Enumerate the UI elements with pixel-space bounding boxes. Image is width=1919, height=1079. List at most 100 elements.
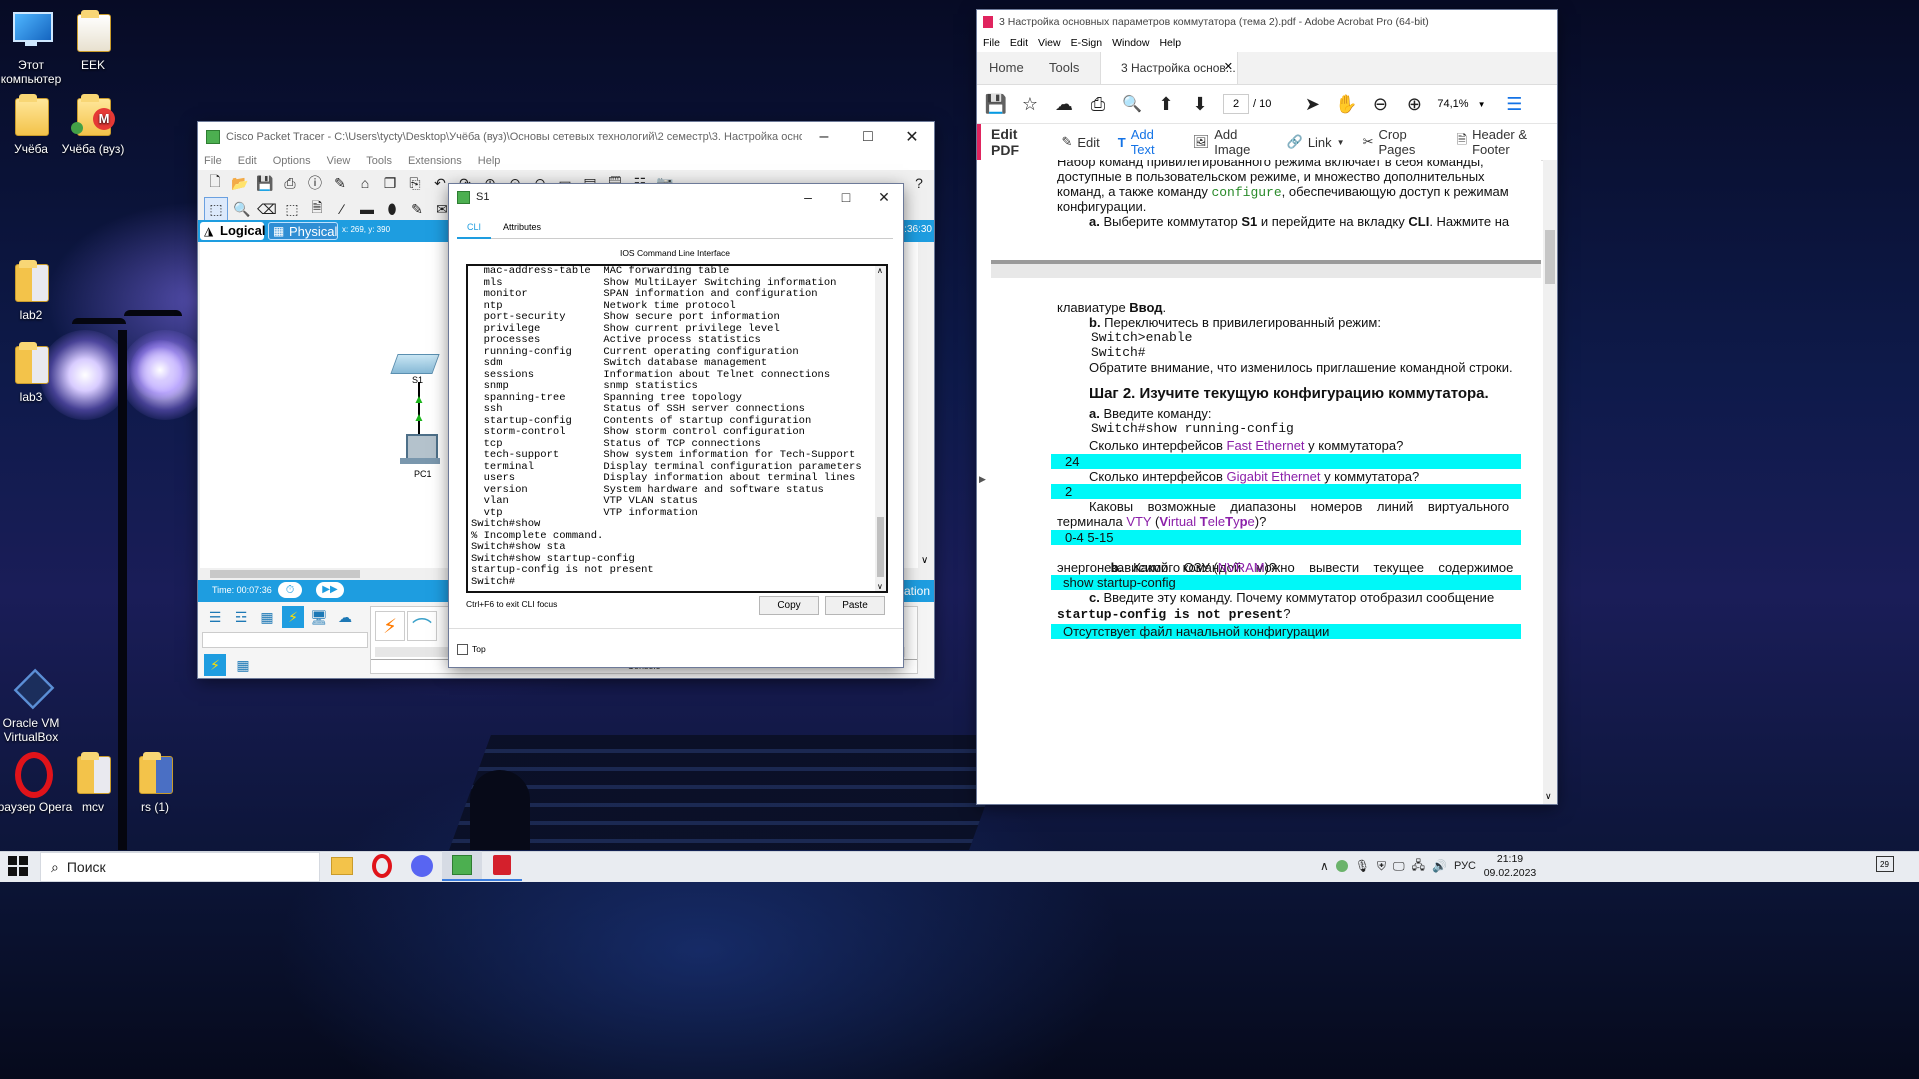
taskbar-opera[interactable] bbox=[362, 851, 402, 881]
menu-help[interactable]: Help bbox=[478, 155, 501, 167]
connections-category-icon[interactable]: ⚡ bbox=[282, 606, 304, 628]
switches-category-icon[interactable]: ☲ bbox=[230, 606, 252, 628]
select-tool-icon[interactable]: ⬚ bbox=[204, 197, 228, 221]
acrobat-vscrollbar[interactable]: ∨ bbox=[1543, 160, 1557, 804]
physical-tab[interactable]: ▦ Physical bbox=[268, 222, 338, 240]
fast-forward-icon[interactable]: ▶▶ bbox=[316, 582, 344, 598]
console-cable-icon[interactable]: ⌒ bbox=[407, 611, 437, 641]
menu-help[interactable]: Help bbox=[1159, 37, 1181, 49]
scroll-down-icon[interactable]: ∨ bbox=[1545, 791, 1552, 802]
open-folder-icon[interactable]: 📂 bbox=[229, 172, 251, 194]
paste-button[interactable]: Paste bbox=[825, 596, 885, 615]
draw-rectangle-icon[interactable]: ▬ bbox=[356, 198, 378, 220]
desktop-icon-lab3[interactable]: lab3 bbox=[0, 340, 74, 404]
upload-cloud-icon[interactable]: ☁ bbox=[1053, 93, 1075, 115]
maximize-button[interactable]: □ bbox=[846, 128, 890, 146]
zoom-in-icon[interactable]: ⊕ bbox=[1403, 93, 1425, 115]
bookmark-star-icon[interactable]: ☆ bbox=[1019, 93, 1041, 115]
display-icon[interactable]: 🖵 bbox=[1393, 859, 1405, 874]
page-number-input[interactable]: 2 bbox=[1223, 94, 1249, 114]
help-question-icon[interactable]: ? bbox=[908, 172, 930, 194]
menu-edit[interactable]: Edit bbox=[1010, 37, 1028, 49]
scroll-down-icon[interactable]: ∨ bbox=[921, 555, 928, 566]
hubs-category-icon[interactable]: ▦ bbox=[256, 606, 278, 628]
menu-view[interactable]: View bbox=[1038, 37, 1061, 49]
hand-tool-icon[interactable]: ✋ bbox=[1335, 93, 1357, 115]
switch-s1-device[interactable] bbox=[390, 354, 440, 374]
tools-tab[interactable]: Tools bbox=[1049, 60, 1079, 75]
show-hidden-icons-chevron-icon[interactable]: ∧ bbox=[1320, 859, 1329, 873]
header-footer-tool[interactable]: 🗎 Header & Footer bbox=[1457, 127, 1557, 157]
menu-tools[interactable]: Tools bbox=[366, 155, 392, 167]
clock[interactable]: 21:19 09.02.2023 bbox=[1460, 852, 1560, 880]
logical-tab[interactable]: ◮ Logical bbox=[200, 222, 266, 240]
menu-view[interactable]: View bbox=[327, 155, 351, 167]
print-icon[interactable]: ⎙ bbox=[1087, 93, 1109, 115]
simulation-tab-label[interactable]: ation bbox=[904, 584, 930, 598]
desktop-icon-virtualbox[interactable]: Oracle VM VirtualBox bbox=[0, 666, 74, 744]
print-icon[interactable]: ⎙ bbox=[279, 172, 301, 194]
taskbar-file-explorer[interactable] bbox=[322, 851, 362, 881]
document-tab[interactable]: 3 Настройка основ... ✕ bbox=[1100, 52, 1238, 84]
draw-freeform-icon[interactable]: ✎ bbox=[406, 198, 428, 220]
acrobat-scroll-thumb[interactable] bbox=[1545, 230, 1555, 284]
tab-cli[interactable]: CLI bbox=[457, 218, 491, 239]
menu-window[interactable]: Window bbox=[1112, 37, 1149, 49]
palette-search-field[interactable] bbox=[202, 632, 368, 648]
copy-icon[interactable]: ❐ bbox=[379, 172, 401, 194]
undo-icon[interactable]: ↶ bbox=[429, 172, 451, 194]
cli-scroll-thumb[interactable] bbox=[877, 517, 884, 577]
minimize-button[interactable]: – bbox=[802, 128, 846, 146]
zoom-out-icon[interactable]: ⊖ bbox=[1369, 93, 1391, 115]
taskbar-discord[interactable] bbox=[402, 851, 442, 881]
answer-5-highlight[interactable]: Отсутствует файл начальной конфигурации bbox=[1051, 624, 1521, 639]
edit-tool[interactable]: ✎ Edit bbox=[1061, 134, 1099, 150]
menu-extensions[interactable]: Extensions bbox=[408, 155, 462, 167]
add-text-tool[interactable]: T Add Text bbox=[1118, 127, 1175, 157]
draw-ellipse-icon[interactable]: ⬮ bbox=[381, 198, 403, 220]
scroll-down-icon[interactable]: ∨ bbox=[877, 582, 883, 591]
lightning-connection-icon[interactable]: ⚡ bbox=[204, 654, 226, 676]
auto-connection-icon[interactable]: ⚡ bbox=[375, 611, 405, 641]
routers-category-icon[interactable]: ☰ bbox=[204, 606, 226, 628]
add-image-tool[interactable]: 🖼 Add Image bbox=[1193, 127, 1269, 157]
volume-icon[interactable]: 🔊 bbox=[1432, 859, 1447, 873]
taskbar-acrobat[interactable] bbox=[482, 851, 522, 881]
menu-file[interactable]: File bbox=[983, 37, 1000, 49]
save-icon[interactable]: 💾 bbox=[254, 172, 276, 194]
answer-3-highlight[interactable]: 0-4 5-15 bbox=[1051, 530, 1521, 545]
link-tool[interactable]: 🔗 Link ▼ bbox=[1287, 134, 1345, 150]
delete-icon[interactable]: ⌫ bbox=[256, 198, 278, 220]
end-devices-category-icon[interactable]: 🖥 bbox=[308, 606, 330, 628]
left-panel-toggle-icon[interactable]: ▶ bbox=[979, 474, 986, 485]
scroll-up-icon[interactable]: ∧ bbox=[877, 266, 883, 275]
answer-4-highlight[interactable]: show startup-config bbox=[1051, 575, 1521, 590]
cli-terminal[interactable]: mac-address-table MAC forwarding table m… bbox=[466, 264, 888, 593]
canvas-hscrollbar[interactable] bbox=[210, 570, 360, 578]
taskbar-search[interactable]: ⌕ Поиск bbox=[40, 852, 320, 882]
select-cursor-icon[interactable]: ➤ bbox=[1301, 93, 1323, 115]
paste-icon[interactable]: ⎘ bbox=[404, 172, 426, 194]
info-icon[interactable]: ⓘ bbox=[304, 172, 326, 194]
inspect-icon[interactable]: 🔍 bbox=[231, 198, 253, 220]
notification-center[interactable]: 29 bbox=[1874, 856, 1896, 876]
resize-icon[interactable]: ⬚ bbox=[281, 198, 303, 220]
power-cycle-icon[interactable]: ⏱ bbox=[278, 582, 302, 598]
search-icon[interactable]: 🔍 bbox=[1121, 93, 1143, 115]
menu-esign[interactable]: E-Sign bbox=[1071, 37, 1103, 49]
s1-close-button[interactable]: ✕ bbox=[865, 189, 903, 206]
s1-maximize-button[interactable]: □ bbox=[827, 189, 865, 205]
next-page-icon[interactable]: ⬇ bbox=[1189, 93, 1211, 115]
close-button[interactable]: ✕ bbox=[890, 127, 934, 147]
taskbar-packet-tracer[interactable] bbox=[442, 851, 482, 881]
start-button[interactable] bbox=[8, 856, 28, 876]
microphone-icon[interactable]: 🎙 bbox=[1355, 859, 1370, 873]
answer-1-highlight[interactable]: 24 bbox=[1051, 454, 1521, 469]
crop-pages-tool[interactable]: ✂ Crop Pages bbox=[1363, 127, 1439, 157]
activity-wizard-icon[interactable]: ✎ bbox=[329, 172, 351, 194]
desktop-icon-ucheba-vuz[interactable]: M Учёба (вуз) bbox=[50, 92, 136, 156]
custom-device-icon[interactable]: ⌂ bbox=[354, 172, 376, 194]
s1-minimize-button[interactable]: – bbox=[789, 189, 827, 205]
home-tab[interactable]: Home bbox=[989, 60, 1024, 75]
tray-green-circle-icon[interactable] bbox=[1335, 860, 1348, 872]
